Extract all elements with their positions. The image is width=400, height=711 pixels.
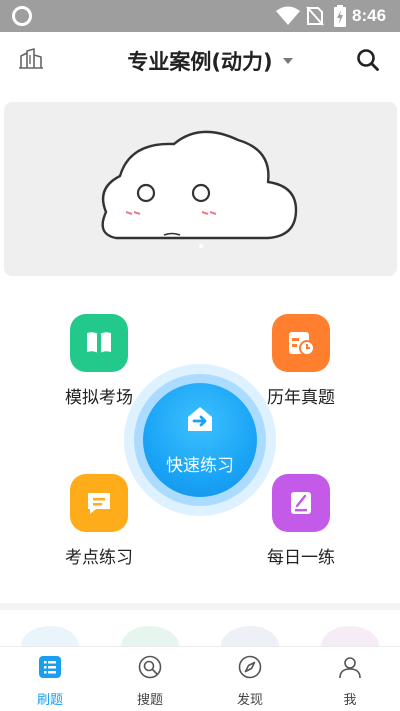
- section-divider: [0, 603, 400, 610]
- no-sim-icon: [306, 6, 324, 26]
- cloud-illustration: [101, 130, 298, 248]
- nav-item-discover[interactable]: 发现: [200, 647, 300, 711]
- calendar-clock-icon: [272, 314, 330, 372]
- nav-label-search: 搜题: [136, 693, 163, 708]
- nav-item-me[interactable]: 我: [300, 647, 400, 711]
- message-icon: [70, 474, 128, 532]
- book-icon: [70, 314, 128, 372]
- quick-practice-label: 快速练习: [166, 456, 234, 476]
- app-header: 专业案例(动力): [0, 32, 400, 88]
- wifi-icon: [276, 6, 300, 25]
- search-circle-icon: [138, 655, 162, 679]
- status-bar: 8:46: [0, 0, 400, 32]
- nav-label-me: 我: [343, 693, 357, 708]
- mock-exam-item[interactable]: 模拟考场: [44, 314, 154, 408]
- nav-label-practice: 刷题: [36, 693, 63, 708]
- banner-carousel[interactable]: [4, 102, 397, 276]
- past-papers-item[interactable]: 历年真题: [246, 314, 356, 408]
- bottom-nav: 刷题 搜题 发现 我: [0, 646, 400, 711]
- nav-label-discover: 发现: [236, 693, 263, 708]
- edit-note-icon: [272, 474, 330, 532]
- nav-item-search[interactable]: 搜题: [100, 647, 200, 711]
- status-time: 8:46: [352, 6, 387, 25]
- user-icon: [339, 657, 361, 679]
- key-points-item[interactable]: 考点练习: [44, 474, 154, 568]
- quick-practice-button[interactable]: 快速练习: [143, 383, 257, 497]
- house-arrow-icon: [188, 407, 212, 431]
- search-icon[interactable]: [356, 48, 380, 72]
- list-icon: [39, 656, 61, 678]
- battery-icon: [334, 5, 346, 27]
- daily-practice-label: 每日一练: [267, 548, 335, 568]
- page-title[interactable]: 专业案例(动力): [127, 50, 272, 74]
- status-ring-icon: [12, 6, 32, 26]
- key-points-label: 考点练习: [65, 548, 133, 568]
- dropdown-caret-icon[interactable]: [283, 58, 293, 64]
- compass-icon: [238, 655, 262, 679]
- nav-item-practice[interactable]: 刷题: [0, 647, 100, 711]
- daily-practice-item[interactable]: 每日一练: [246, 474, 356, 568]
